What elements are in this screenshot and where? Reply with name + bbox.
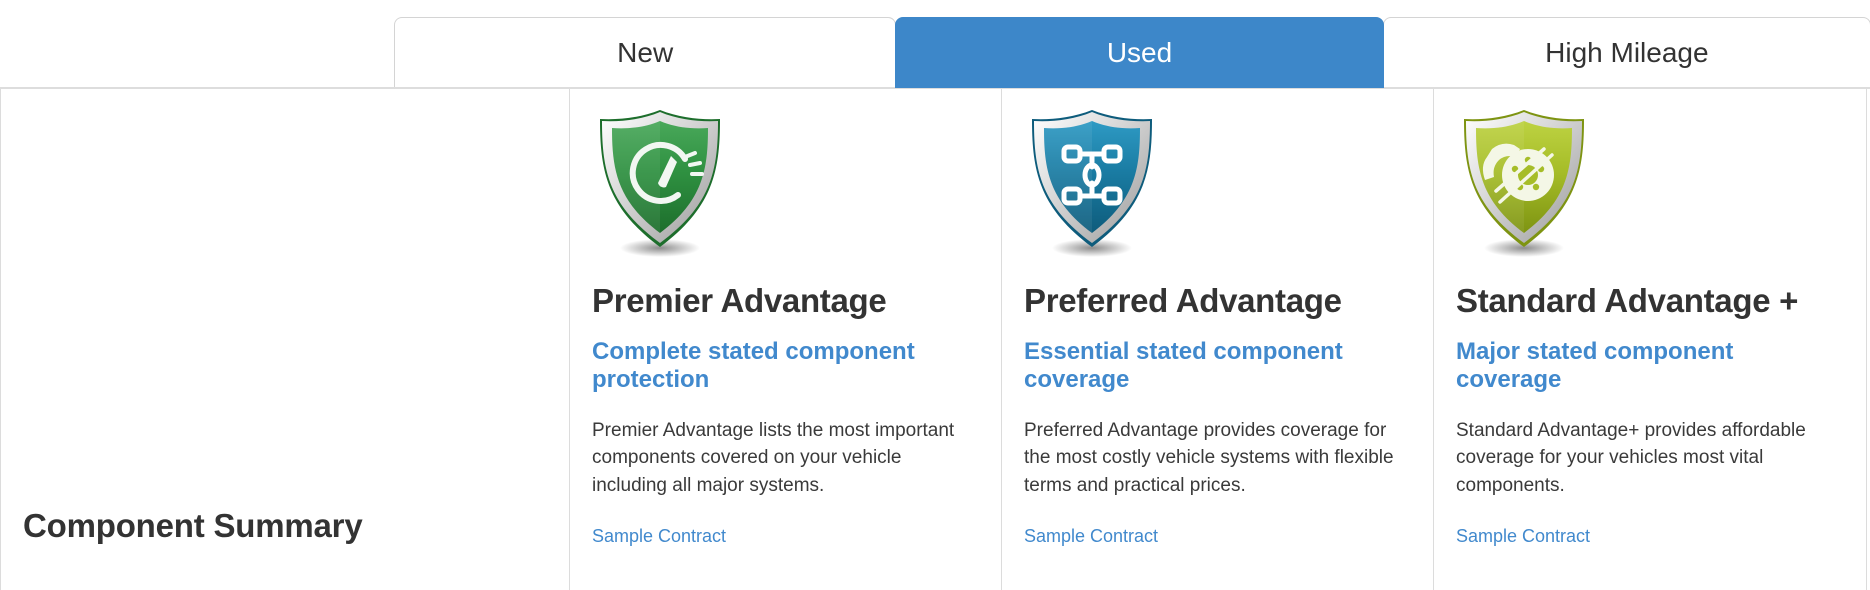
plan-tagline-standard: Major stated component coverage: [1456, 337, 1734, 394]
sample-contract-link-standard[interactable]: Sample Contract: [1456, 526, 1590, 547]
plan-tagline-preferred: Essential stated component coverage: [1024, 337, 1343, 394]
shield-drivetrain-icon: [1024, 103, 1407, 267]
tab-high-mileage-label: High Mileage: [1545, 37, 1709, 68]
plan-comparison-table: Component Summary Premier Advantage Comp…: [0, 87, 1870, 590]
sample-contract-link-preferred[interactable]: Sample Contract: [1024, 526, 1158, 547]
plan-description-preferred: Preferred Advantage provides coverage fo…: [1024, 419, 1394, 497]
tab-new[interactable]: New: [394, 17, 897, 88]
shield-brake-rotor-icon: [1456, 103, 1840, 267]
vehicle-type-tabbar: New Used High Mileage: [0, 0, 1870, 88]
plan-comparison-page: New Used High Mileage Component Summary: [0, 0, 1870, 590]
plan-card-preferred-advantage: Preferred Advantage Essential stated com…: [1002, 89, 1434, 590]
tab-new-label: New: [617, 37, 674, 68]
sample-contract-link-premier[interactable]: Sample Contract: [592, 526, 726, 547]
component-summary-label: Component Summary: [23, 506, 363, 544]
plan-name-standard: Standard Advantage +: [1456, 282, 1799, 319]
tab-used[interactable]: Used: [895, 17, 1384, 88]
tab-high-mileage[interactable]: High Mileage: [1382, 17, 1870, 88]
component-summary-cell: Component Summary: [0, 89, 570, 590]
plan-name-preferred: Preferred Advantage: [1024, 282, 1342, 319]
plan-card-standard-advantage-plus: Standard Advantage + Major stated compon…: [1434, 89, 1867, 590]
plan-description-standard: Standard Advantage+ provides affordable …: [1456, 419, 1806, 497]
plan-card-premier-advantage: Premier Advantage Complete stated compon…: [570, 89, 1002, 590]
tab-used-label: Used: [1106, 37, 1173, 68]
shield-speedometer-icon: [592, 103, 975, 267]
plan-tagline-premier: Complete stated component protection: [592, 337, 915, 394]
plan-description-premier: Premier Advantage lists the most importa…: [592, 419, 955, 497]
plan-name-premier: Premier Advantage: [592, 282, 887, 319]
